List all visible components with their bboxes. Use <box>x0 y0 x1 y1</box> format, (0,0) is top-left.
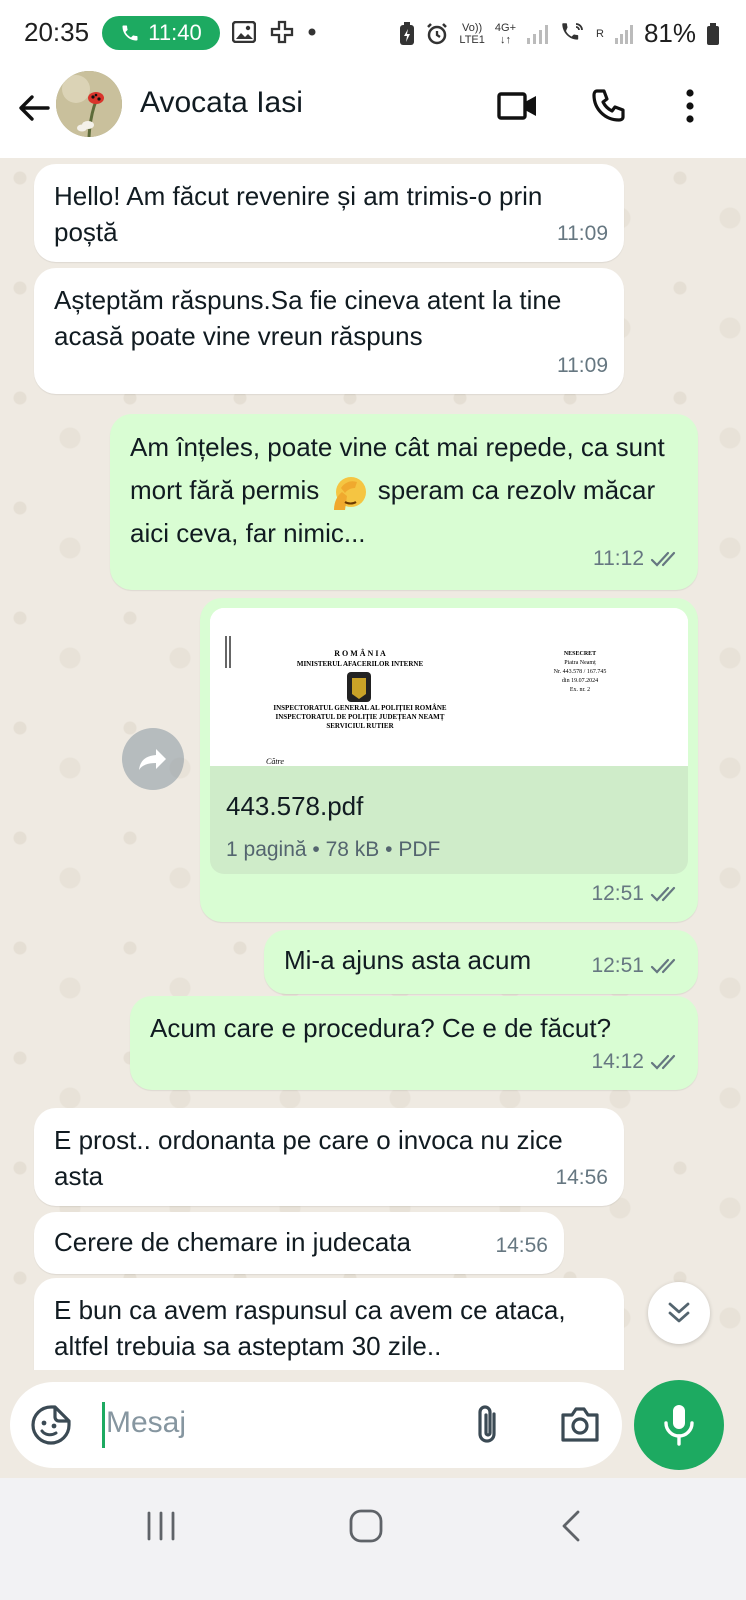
forward-icon <box>139 749 166 770</box>
message-time: 14:56 <box>495 1234 548 1257</box>
doc-service: SERVICIUL RUTIER <box>326 722 394 730</box>
face-palm-emoji-icon <box>333 477 366 511</box>
message-meta: 11:09 <box>557 216 608 252</box>
message-time: 11:09 <box>557 354 608 377</box>
contact-name[interactable]: Avocata Iasi <box>140 86 303 120</box>
message-outgoing[interactable]: Am înțeles, poate vine cât mai repede, c… <box>110 414 698 590</box>
read-receipt-icon <box>650 886 676 902</box>
message-time: 14:12 <box>591 1050 644 1073</box>
doc-addressee: Către <box>266 757 284 766</box>
message-outgoing[interactable]: Acum care e procedura? Ce e de făcut? 14… <box>130 996 698 1090</box>
battery-saver-icon <box>400 21 415 45</box>
message-time: 14:56 <box>555 1166 608 1189</box>
message-text: Mi-a ajuns asta acum <box>284 945 532 975</box>
message-text: E bun ca avem raspunsul ca avem ce ataca… <box>54 1295 566 1361</box>
call-duration: 11:40 <box>148 20 202 45</box>
nav-back-icon[interactable] <box>556 1508 586 1544</box>
signal-icon-sim2 <box>614 24 633 44</box>
document-page-render: R O M Â N I A MINISTERUL AFACERILOR INTE… <box>210 608 688 766</box>
gallery-icon <box>232 21 256 43</box>
message-composer[interactable]: Mesaj <box>10 1382 622 1468</box>
medical-cross-icon <box>270 20 294 44</box>
more-notifications-dot <box>308 28 316 36</box>
ladybug-photo <box>56 71 122 137</box>
message-outgoing-document[interactable]: R O M Â N I A MINISTERUL AFACERILOR INTE… <box>200 598 698 922</box>
message-meta: 11:12 <box>593 537 682 580</box>
doc-inspectorate-county: INSPECTORATUL DE POLIȚIE JUDEȚEAN NEAMȚ <box>276 713 445 721</box>
video-call-icon[interactable] <box>496 84 540 128</box>
doc-registration-number: Nr. 443.578 / 167.745 <box>554 669 607 675</box>
phone-icon <box>122 25 138 41</box>
message-time: 11:12 <box>593 547 644 570</box>
read-receipt-icon <box>650 958 676 974</box>
text-cursor <box>102 1402 105 1448</box>
message-meta: 14:56 <box>495 1228 548 1264</box>
document-details: 1 pagină • 78 kB • PDF <box>226 838 441 861</box>
double-chevron-down-icon <box>668 1302 690 1323</box>
message-meta: 14:56 <box>555 1160 608 1196</box>
read-receipt-icon <box>650 551 676 567</box>
system-navigation-bar <box>0 1478 746 1600</box>
more-options-icon[interactable] <box>668 84 712 128</box>
battery-icon <box>707 22 719 45</box>
sim2-indicator: R <box>596 27 604 40</box>
doc-country: R O M Â N I A <box>334 648 386 658</box>
message-incoming[interactable]: Hello! Am făcut revenire și am trimis-o … <box>34 164 624 262</box>
doc-city: Piatra Neamț <box>564 660 596 666</box>
status-bar: 20:35 11:40 Vo)) LTE1 4G+ ↓↑ R 81% <box>0 0 746 66</box>
alarm-icon <box>427 22 448 44</box>
ongoing-call-chip[interactable]: 11:40 <box>102 16 220 50</box>
message-text: Hello! Am făcut revenire și am trimis-o … <box>54 181 543 247</box>
message-meta: 11:09 <box>557 348 608 384</box>
notification-icons <box>232 20 316 44</box>
data-indicator: 4G+ ↓↑ <box>494 21 516 46</box>
message-time: 11:09 <box>557 222 608 245</box>
chat-area[interactable]: Hello! Am făcut revenire și am trimis-o … <box>0 158 746 1500</box>
message-text: E prost.. ordonanta pe care o invoca nu … <box>54 1125 563 1191</box>
doc-copy: Ex. nr. 2 <box>570 687 590 693</box>
message-input[interactable]: Mesaj <box>106 1406 186 1440</box>
microphone-icon <box>664 1405 694 1446</box>
sticker-emoji-icon[interactable] <box>30 1404 72 1446</box>
forward-button[interactable] <box>122 728 184 790</box>
wifi-calling-icon <box>562 22 583 40</box>
doc-classification: NESECRET <box>564 651 596 657</box>
voice-message-button[interactable] <box>634 1380 724 1470</box>
attach-icon[interactable] <box>468 1402 508 1448</box>
doc-ministry: MINISTERUL AFACERILOR INTERNE <box>297 660 424 668</box>
message-text: Așteptăm răspuns.Sa fie cineva atent la … <box>54 285 562 351</box>
message-text: Cerere de chemare in judecata <box>54 1227 411 1257</box>
message-incoming[interactable]: Așteptăm răspuns.Sa fie cineva atent la … <box>34 268 624 394</box>
home-icon[interactable] <box>348 1508 384 1544</box>
document-name: 443.578.pdf <box>226 791 364 821</box>
message-meta: 14:12 <box>591 1044 682 1080</box>
message-incoming[interactable]: E prost.. ordonanta pe care o invoca nu … <box>34 1108 624 1206</box>
voice-call-icon[interactable] <box>586 84 630 128</box>
battery-percentage: 81% <box>643 18 696 48</box>
message-outgoing[interactable]: Mi-a ajuns asta acum 12:51 <box>264 930 698 994</box>
recent-apps-icon[interactable] <box>144 1510 178 1542</box>
message-meta: 12:51 <box>591 876 682 912</box>
system-indicators: Vo)) LTE1 4G+ ↓↑ R 81% <box>399 18 720 49</box>
message-time: 12:51 <box>591 882 644 905</box>
message-text: Acum care e procedura? Ce e de făcut? <box>150 1013 612 1043</box>
chat-header: Avocata Iasi <box>0 66 746 158</box>
avatar[interactable] <box>56 71 122 137</box>
message-time: 12:51 <box>591 954 644 977</box>
signal-icon <box>527 24 548 44</box>
document-info[interactable]: 443.578.pdf 1 pagină • 78 kB • PDF <box>210 766 688 874</box>
doc-inspectorate-general: INSPECTORATUL GENERAL AL POLIȚIEI ROMÂNE <box>273 704 447 712</box>
message-incoming[interactable]: Cerere de chemare in judecata 14:56 <box>34 1212 564 1274</box>
read-receipt-icon <box>650 1054 676 1070</box>
back-arrow-icon[interactable] <box>14 88 54 128</box>
message-meta: 12:51 <box>591 948 682 984</box>
document-preview[interactable]: R O M Â N I A MINISTERUL AFACERILOR INTE… <box>210 608 688 766</box>
camera-icon[interactable] <box>558 1404 602 1444</box>
status-time: 20:35 <box>24 17 90 47</box>
scroll-to-bottom-button[interactable] <box>648 1282 710 1344</box>
doc-date: din 19.07.2024 <box>562 678 598 684</box>
volte-indicator: Vo)) LTE1 <box>459 21 485 46</box>
